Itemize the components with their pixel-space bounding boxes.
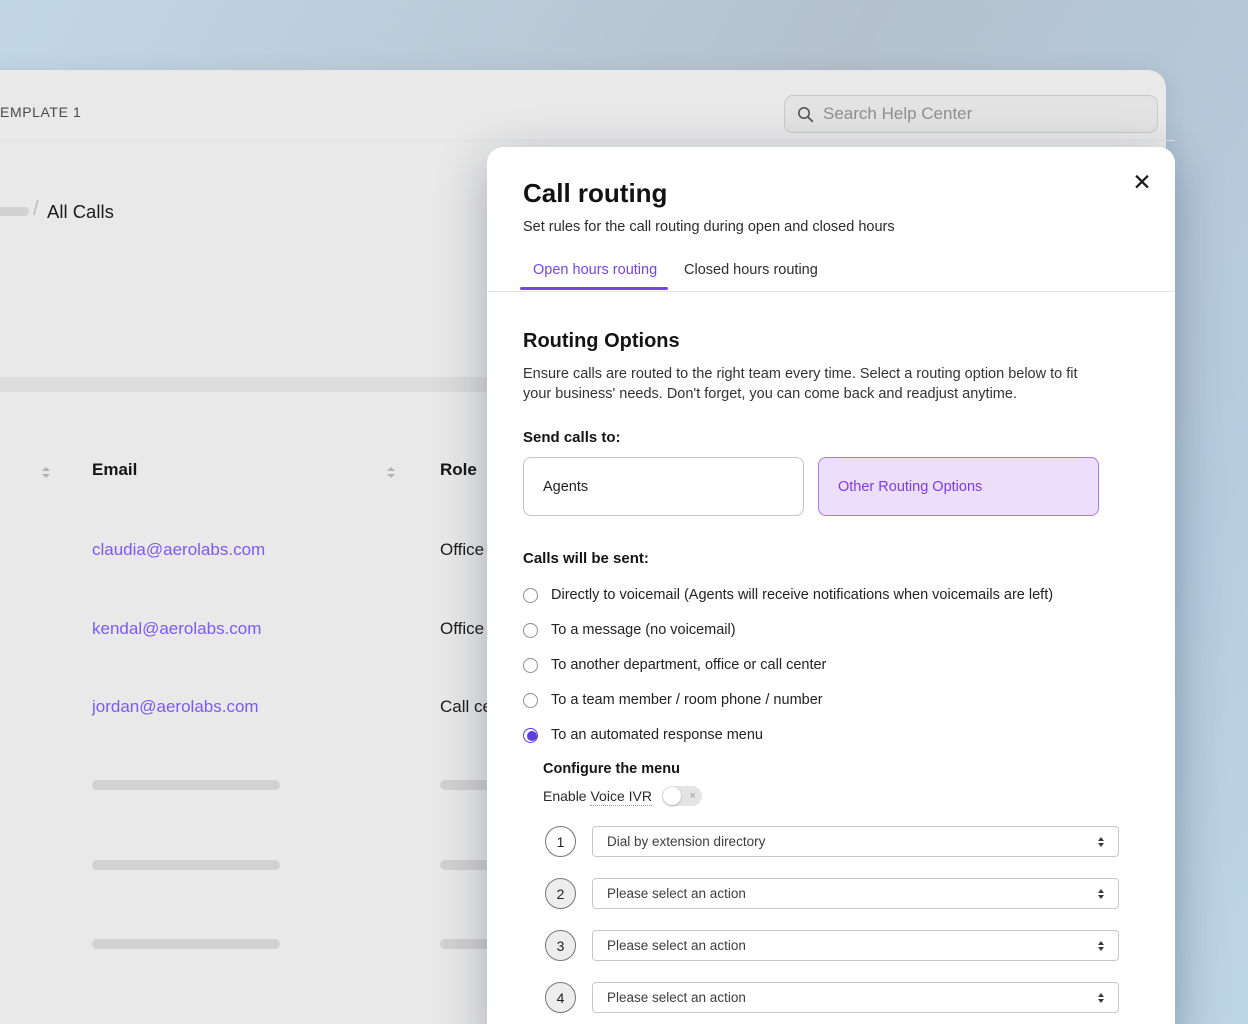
toggle-knob [663, 787, 681, 805]
modal-subtitle: Set rules for the call routing during op… [523, 219, 895, 235]
select-arrows-icon [1098, 941, 1104, 951]
tab-open-hours-routing[interactable]: Open hours routing [533, 262, 657, 278]
search-icon [797, 106, 814, 123]
menu-step-row: 1 Dial by extension directory [487, 826, 1175, 857]
select-arrows-icon [1098, 837, 1104, 847]
voice-ivr-term: Voice IVR [590, 788, 651, 806]
select-arrows-icon [1098, 889, 1104, 899]
voice-ivr-toggle[interactable]: × [662, 786, 702, 806]
radio-icon[interactable] [523, 623, 538, 638]
select-arrows-icon [1098, 993, 1104, 1003]
step-number-badge: 4 [545, 982, 576, 1013]
tabs-bottom-border [487, 291, 1175, 292]
routing-options-heading: Routing Options [523, 330, 680, 353]
radio-checked-icon[interactable] [523, 728, 538, 743]
active-tab-underline [520, 287, 668, 290]
step-number-badge: 2 [545, 878, 576, 909]
menu-step-row: 3 Please select an action [487, 930, 1175, 961]
radio-icon[interactable] [523, 693, 538, 708]
agents-option-button[interactable]: Agents [523, 457, 804, 516]
calls-will-be-sent-label: Calls will be sent: [523, 550, 649, 567]
step-action-select[interactable]: Please select an action [592, 930, 1119, 961]
step-number-badge: 1 [545, 826, 576, 857]
close-icon[interactable]: ✕ [1125, 165, 1159, 199]
email-link[interactable]: jordan@aerolabs.com [92, 697, 259, 717]
step-action-select[interactable]: Dial by extension directory [592, 826, 1119, 857]
tab-closed-hours-routing[interactable]: Closed hours routing [684, 262, 818, 278]
radio-to-a-message[interactable]: To a message (no voicemail) [523, 620, 1053, 640]
routing-options-description: Ensure calls are routed to the right tea… [523, 364, 1103, 404]
enable-voice-ivr-label: Enable Voice IVR [543, 788, 652, 804]
configure-the-menu-heading: Configure the menu [543, 761, 680, 777]
email-link[interactable]: kendal@aerolabs.com [92, 619, 261, 639]
help-center-search[interactable] [784, 95, 1158, 133]
radio-automated-response-menu[interactable]: To an automated response menu [523, 725, 1053, 745]
sort-icon[interactable] [385, 464, 397, 480]
step-action-select[interactable]: Please select an action [592, 878, 1119, 909]
enable-voice-ivr-row: Enable Voice IVR × [543, 786, 702, 806]
menu-step-row: 4 Please select an action [487, 982, 1175, 1013]
menu-step-row: 2 Please select an action [487, 878, 1175, 909]
radio-icon[interactable] [523, 658, 538, 673]
email-link[interactable]: claudia@aerolabs.com [92, 540, 265, 560]
sort-icon[interactable] [40, 464, 52, 480]
routing-radio-group: Directly to voicemail (Agents will recei… [523, 585, 1053, 745]
step-number-badge: 3 [545, 930, 576, 961]
radio-team-member[interactable]: To a team member / room phone / number [523, 690, 1053, 710]
search-input[interactable] [823, 104, 1145, 124]
step-action-select[interactable]: Please select an action [592, 982, 1119, 1013]
other-routing-options-button[interactable]: Other Routing Options [818, 457, 1099, 516]
send-calls-to-label: Send calls to: [523, 429, 621, 446]
modal-title: Call routing [523, 178, 667, 209]
radio-directly-to-voicemail[interactable]: Directly to voicemail (Agents will recei… [523, 585, 1053, 605]
radio-icon[interactable] [523, 588, 538, 603]
toggle-off-icon: × [690, 786, 696, 806]
radio-another-department[interactable]: To another department, office or call ce… [523, 655, 1053, 675]
call-routing-modal: ✕ Call routing Set rules for the call ro… [487, 147, 1175, 1024]
